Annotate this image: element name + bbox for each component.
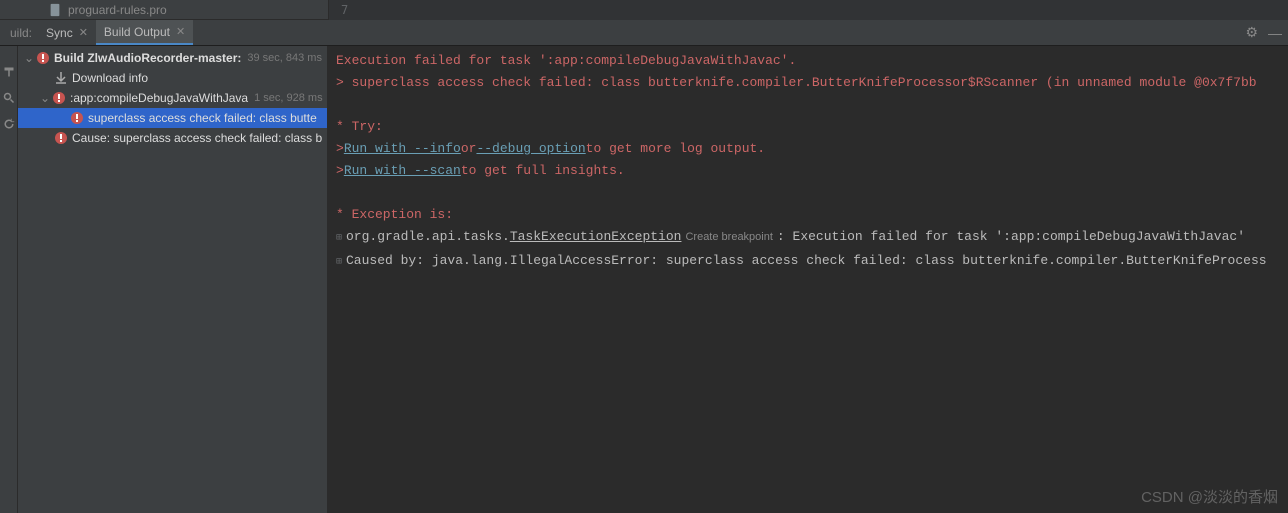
tree-superclass-label: superclass access check failed: class bu… xyxy=(88,111,317,125)
tree-superclass-error[interactable]: superclass access check failed: class bu… xyxy=(18,108,327,128)
console-l2: > superclass access check failed: class … xyxy=(336,72,1257,94)
close-icon[interactable]: ✕ xyxy=(79,26,88,39)
editor-file-strip: proguard-rules.pro 7 xyxy=(0,0,1288,20)
tree-root[interactable]: ⌄ Build ZlwAudioRecorder-master: 39 sec,… xyxy=(18,48,327,68)
tree-task-label: :app:compileDebugJavaWithJava xyxy=(70,91,248,105)
create-breakpoint-badge[interactable]: Create breakpoint xyxy=(681,226,776,248)
search-icon[interactable] xyxy=(3,92,15,104)
build-label: uild: xyxy=(4,20,38,45)
error-icon xyxy=(36,51,50,65)
tree-task[interactable]: ⌄ :app:compileDebugJavaWithJava 1 sec, 9… xyxy=(18,88,327,108)
close-icon[interactable]: ✕ xyxy=(176,25,185,38)
tree-task-time: 1 sec, 928 ms xyxy=(254,92,322,104)
link-task-exception[interactable]: TaskExecutionException xyxy=(510,226,682,248)
tab-sync[interactable]: Sync ✕ xyxy=(38,20,96,45)
tab-build-output-label: Build Output xyxy=(104,25,170,39)
gear-icon[interactable]: ⚙ xyxy=(1245,24,1258,41)
tabs-right-controls: ⚙ — xyxy=(1245,20,1282,45)
console-output[interactable]: Execution failed for task ':app:compileD… xyxy=(328,46,1288,513)
console-l6: * Exception is: xyxy=(336,204,453,226)
hammer-icon[interactable] xyxy=(3,66,15,78)
console-l5a: > xyxy=(336,160,344,182)
chevron-down-icon[interactable]: ⌄ xyxy=(38,91,52,105)
console-l7b: : Execution failed for task ':app:compil… xyxy=(777,226,1245,248)
console-l7a: org.gradle.api.tasks. xyxy=(346,226,510,248)
error-icon xyxy=(54,131,68,145)
error-icon xyxy=(52,91,66,105)
tree-cause-error[interactable]: Cause: superclass access check failed: c… xyxy=(18,128,327,148)
console-l4b: or xyxy=(461,138,477,160)
console-l3: * Try: xyxy=(336,116,383,138)
console-l8: Caused by: java.lang.IllegalAccessError:… xyxy=(346,250,1267,272)
build-tabs-bar: uild: Sync ✕ Build Output ✕ ⚙ — xyxy=(0,20,1288,46)
download-icon xyxy=(54,71,68,85)
left-tool-rail xyxy=(0,46,18,513)
error-icon xyxy=(70,111,84,125)
tree-root-time: 39 sec, 843 ms xyxy=(247,52,322,64)
tree-download-label: Download info xyxy=(72,71,148,85)
link-run-info[interactable]: Run with --info xyxy=(344,138,461,160)
fold-icon[interactable]: ⊞ xyxy=(336,252,346,274)
tab-build-output[interactable]: Build Output ✕ xyxy=(96,20,193,45)
console-l4a: > xyxy=(336,138,344,160)
chevron-down-icon[interactable]: ⌄ xyxy=(22,51,36,65)
file-name: proguard-rules.pro xyxy=(68,3,167,17)
link-run-scan[interactable]: Run with --scan xyxy=(344,160,461,182)
tree-cause-label: Cause: superclass access check failed: c… xyxy=(72,131,322,145)
console-l1: Execution failed for task ':app:compileD… xyxy=(336,50,796,72)
file-icon xyxy=(48,3,62,17)
fold-icon[interactable]: ⊞ xyxy=(336,228,346,250)
line-number: 7 xyxy=(329,3,360,17)
link-debug-option[interactable]: --debug option xyxy=(476,138,585,160)
console-l4c: to get more log output. xyxy=(586,138,765,160)
build-tree: ⌄ Build ZlwAudioRecorder-master: 39 sec,… xyxy=(18,46,328,513)
tree-root-label: Build ZlwAudioRecorder-master: xyxy=(54,51,241,65)
editor-gutter: 7 xyxy=(328,0,1288,20)
minimize-icon[interactable]: — xyxy=(1268,25,1282,41)
console-l5b: to get full insights. xyxy=(461,160,625,182)
reload-icon[interactable] xyxy=(3,118,15,130)
main-area: ⌄ Build ZlwAudioRecorder-master: 39 sec,… xyxy=(0,46,1288,513)
tab-sync-label: Sync xyxy=(46,26,73,40)
tree-download[interactable]: Download info xyxy=(18,68,327,88)
